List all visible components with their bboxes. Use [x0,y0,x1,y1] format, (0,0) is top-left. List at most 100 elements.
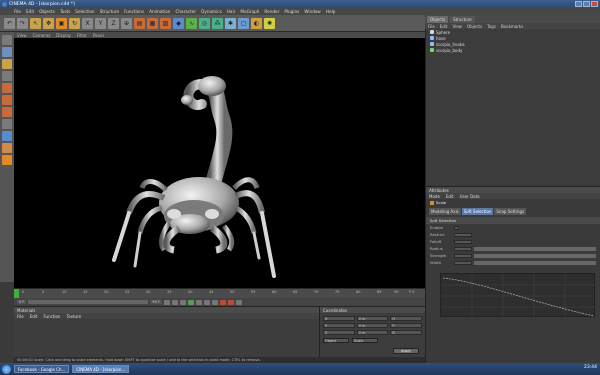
coord-field[interactable]: 0 m [356,323,389,328]
record-icon[interactable] [219,299,226,305]
live-selection-icon[interactable]: ↖ [30,17,41,29]
camera-icon[interactable]: ◐ [251,17,262,29]
radius-field[interactable] [454,246,472,251]
timeline[interactable]: 0 5 10 15 20 25 30 35 40 45 50 55 60 65 … [14,288,425,298]
tab-modeling-axis[interactable]: Modeling Axis [429,208,461,215]
redo-icon[interactable]: ↷ [17,17,28,29]
coord-size-dropdown[interactable]: Scale [352,338,378,343]
next-frame-icon[interactable] [195,299,202,305]
materials-menu-texture[interactable]: Texture [66,314,81,319]
go-to-start-icon[interactable] [163,299,170,305]
obj-menu-tags[interactable]: Tags [487,24,496,29]
width-slider[interactable] [474,260,596,265]
restrict-field[interactable] [454,232,472,237]
radius-slider[interactable] [474,246,596,251]
start-button[interactable] [2,364,11,374]
array-icon[interactable]: ⁂ [212,17,223,29]
menu-structure[interactable]: Structure [100,9,119,14]
coord-field[interactable]: 0 m [356,316,389,321]
menu-mograph[interactable]: MoGraph [240,9,259,14]
enable-checkbox[interactable] [454,225,459,230]
menu-selection[interactable]: Selection [75,9,94,14]
attr-menu-mode[interactable]: Mode [429,194,440,199]
undo-icon[interactable]: ↶ [4,17,15,29]
range-slider[interactable] [28,300,149,304]
render-picture-viewer-icon[interactable]: ▦ [147,17,158,29]
menu-character[interactable]: Character [175,9,196,14]
3d-viewport[interactable] [14,38,425,288]
viewport-menu-view[interactable]: View [17,33,27,38]
tweak-icon[interactable] [2,143,12,153]
next-key-icon[interactable] [203,299,210,305]
coord-field[interactable]: H [390,316,422,321]
model-mode-icon[interactable] [2,47,12,57]
obj-menu-objects[interactable]: Objects [467,24,482,29]
menu-objects[interactable]: Objects [39,9,55,14]
menu-help[interactable]: Help [326,9,336,14]
coord-field[interactable]: Y [323,323,355,328]
nurbs-icon[interactable]: ◎ [199,17,210,29]
strength-slider[interactable] [474,253,596,258]
materials-menu-file[interactable]: File [17,314,24,319]
width-field[interactable] [454,260,472,265]
play-icon[interactable] [187,299,194,305]
coord-field[interactable]: 0 m [356,330,389,335]
previous-key-icon[interactable] [171,299,178,305]
coord-field[interactable]: P [390,323,422,328]
light-icon[interactable]: ✺ [264,17,275,29]
coord-field[interactable]: Z [323,330,355,335]
texture-mode-icon[interactable] [2,59,12,69]
keyframe-selection-icon[interactable] [235,299,242,305]
menu-dynamics[interactable]: Dynamics [201,9,222,14]
deformer-icon[interactable]: ✱ [225,17,236,29]
menu-tools[interactable]: Tools [60,9,70,14]
tab-snap-settings[interactable]: Snap Settings [494,208,527,215]
menu-render[interactable]: Render [264,9,279,14]
render-view-icon[interactable]: ▤ [134,17,145,29]
axis-mode-icon[interactable] [2,71,12,81]
viewport-menu-display[interactable]: Display [56,33,71,38]
points-mode-icon[interactable] [2,83,12,93]
materials-menu-edit[interactable]: Edit [30,314,38,319]
previous-frame-icon[interactable] [179,299,186,305]
apply-button[interactable]: Apply [393,348,419,354]
menu-hair[interactable]: Hair [227,9,236,14]
coord-mode-dropdown[interactable]: Object [323,338,349,343]
viewport-menu-cameras[interactable]: Cameras [33,33,51,38]
tab-objects[interactable]: Objects [427,16,449,23]
viewport-menu-panel[interactable]: Panel [93,33,104,38]
menu-edit[interactable]: Edit [26,9,34,14]
y-axis-icon[interactable]: Y [95,17,106,29]
menu-animation[interactable]: Animation [149,9,170,14]
make-editable-icon[interactable] [2,35,12,45]
minimize-button[interactable] [575,1,582,7]
tab-soft-selection[interactable]: Soft Selection [461,208,494,215]
paint-icon[interactable] [2,155,12,165]
coordinate-system-icon[interactable]: ⊕ [121,17,132,29]
taskbar-item-cinema4d[interactable]: CINEMA 4D - [skorpion... [72,365,130,373]
obj-menu-bookmarks[interactable]: Bookmarks [501,24,523,29]
falloff-dropdown[interactable] [454,239,472,244]
obj-menu-edit[interactable]: Edit [440,24,448,29]
taskbar-item-browser[interactable]: Facebook - Google Ch... [14,365,70,373]
obj-menu-view[interactable]: View [452,24,462,29]
coord-field[interactable]: B [390,330,422,335]
x-axis-icon[interactable]: X [82,17,93,29]
obj-menu-file[interactable]: File [428,24,435,29]
menu-file[interactable]: File [14,9,21,14]
polygons-mode-icon[interactable] [2,107,12,117]
menu-plugins[interactable]: Plugins [284,9,299,14]
object-row[interactable]: scorpio_body [426,47,600,53]
go-to-end-icon[interactable] [211,299,218,305]
spline-icon[interactable]: ∿ [186,17,197,29]
autokey-icon[interactable] [227,299,234,305]
move-icon[interactable]: ✥ [43,17,54,29]
workplane-icon[interactable] [2,119,12,129]
scene-icon[interactable]: ▢ [238,17,249,29]
rotate-icon[interactable]: ↻ [69,17,80,29]
tab-structure[interactable]: Structure [450,16,475,23]
timeline-playhead[interactable] [14,289,19,298]
snap-icon[interactable] [2,131,12,141]
attr-menu-user-data[interactable]: User Data [460,194,480,199]
scale-icon[interactable]: ▣ [56,17,67,29]
